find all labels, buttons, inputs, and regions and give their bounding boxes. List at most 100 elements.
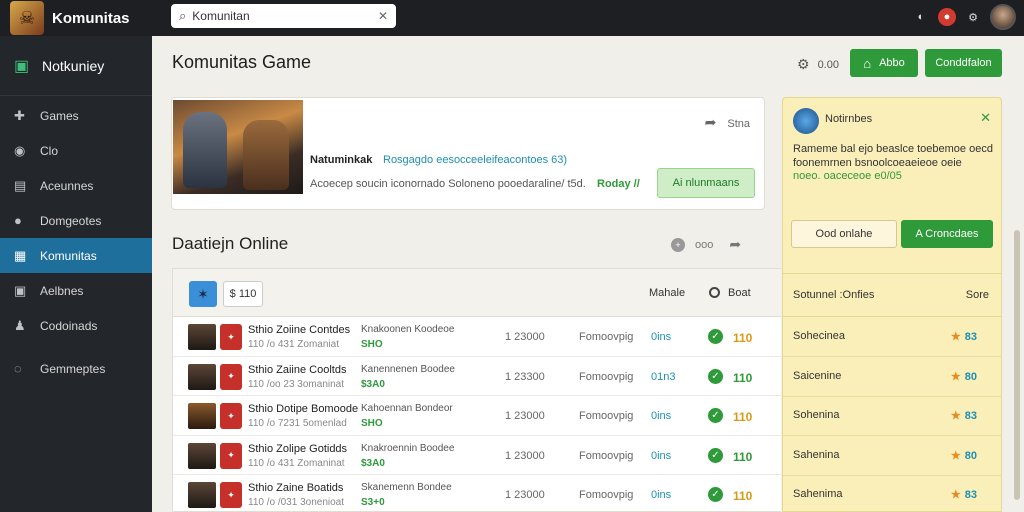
row-name[interactable]: Sthio Zolipe Gotidds bbox=[248, 443, 347, 455]
community-logo-icon: ▣ bbox=[14, 57, 30, 75]
globe-icon bbox=[793, 108, 819, 134]
table-row[interactable]: ✦ Sthio Dotipe Bomoode 110 /o 7231 5omen… bbox=[173, 396, 781, 436]
panel-row[interactable]: Saicenine ★ 80 bbox=[783, 357, 1001, 397]
featured-highlight: Roday // bbox=[597, 178, 640, 190]
star-filter-icon[interactable]: ✶ bbox=[189, 281, 217, 307]
featured-tag[interactable]: Rosgagdo eesocceeleifeacontoes 63) bbox=[383, 154, 567, 166]
sidebar-item-gemmeptes[interactable]: ◌ Gemmeptes bbox=[0, 351, 152, 386]
row-rank: 01n3 bbox=[651, 370, 676, 383]
row-rank: 0ins bbox=[651, 410, 672, 423]
share-icon[interactable]: ➦ bbox=[729, 236, 741, 253]
sidebar-item-komunitas[interactable]: ▦ Komunitas bbox=[0, 238, 152, 273]
table-row[interactable]: ✦ Sthio Zaine Boatids 110 /o /031 3oneni… bbox=[173, 475, 781, 512]
game-badge-icon: ✦ bbox=[220, 403, 242, 430]
game-thumbnail bbox=[188, 324, 216, 350]
sidebar-item-label: Komunitas bbox=[40, 248, 97, 263]
row-price: $3A0 bbox=[361, 378, 385, 390]
featured-card[interactable]: Natuminkak Rosgagdo eesocceeleifeacontoe… bbox=[171, 97, 765, 210]
sidebar-item-aceunnes[interactable]: ▤ Aceunnes bbox=[0, 168, 152, 203]
row-name[interactable]: Sthio Dotipe Bomoode bbox=[248, 403, 358, 415]
row-meta: 110 /o 431 Zomaninat bbox=[248, 457, 345, 469]
column-header-status[interactable]: Boat bbox=[709, 287, 751, 299]
notification-icon[interactable]: ● bbox=[938, 8, 956, 26]
panel-table-header: Sotunnel :Onfies Sore bbox=[783, 273, 1001, 317]
row-genre: Fomoovpig bbox=[579, 370, 634, 383]
row-score: 1 23000 bbox=[505, 331, 545, 343]
add-circle-icon[interactable]: + bbox=[671, 237, 685, 252]
panel-col-name[interactable]: Sotunnel :Onfies bbox=[793, 289, 874, 301]
brand[interactable]: ☠ Komunitas bbox=[0, 1, 152, 35]
panel-row-score-value: 83 bbox=[964, 331, 977, 343]
column-header-rank[interactable]: Mahale bbox=[649, 287, 685, 299]
header-tools[interactable]: ⚙ 0.00 bbox=[797, 56, 839, 73]
section-count: ooo bbox=[695, 238, 714, 251]
sidebar-header[interactable]: ▣ Notkuniey bbox=[0, 36, 152, 96]
sidebar-item-games[interactable]: ✚ Games bbox=[0, 98, 152, 133]
check-icon: ✓ bbox=[708, 408, 723, 424]
table-row[interactable]: ✦ Sthio Zaiine Cooltds 110 /oo 23 3omani… bbox=[173, 357, 781, 397]
panel-row[interactable]: Sohenina ★ 83 bbox=[783, 396, 1001, 436]
row-name[interactable]: Sthio Zaine Boatids bbox=[248, 482, 343, 494]
sidebar-item-aelbnes[interactable]: ▣ Aelbnes bbox=[0, 273, 152, 308]
row-name[interactable]: Sthio Zoiine Contdes bbox=[248, 324, 350, 336]
row-desc: Knakroennin Boodee bbox=[361, 442, 455, 454]
star-icon: ★ bbox=[950, 371, 961, 383]
sidebar-item-label: Gemmeptes bbox=[40, 361, 106, 376]
share-label: Stna bbox=[727, 118, 750, 130]
image-icon: ▣ bbox=[14, 282, 27, 298]
star-icon: ★ bbox=[950, 489, 961, 501]
table-row[interactable]: ✦ Sthio Zolipe Gotidds 110 /o 431 Zomani… bbox=[173, 436, 781, 476]
add-button[interactable]: ⌂ Abbo bbox=[850, 49, 918, 77]
row-price: $3A0 bbox=[361, 457, 385, 469]
clear-icon[interactable]: ✕ bbox=[378, 9, 388, 23]
panel-online-button[interactable]: Ood onlahe bbox=[791, 220, 897, 248]
check-icon: ✓ bbox=[708, 329, 723, 344]
close-icon[interactable]: ✕ bbox=[980, 110, 991, 126]
panel-row[interactable]: Sahenina ★ 80 bbox=[783, 436, 1001, 476]
panel-row-score-value: 83 bbox=[964, 410, 977, 422]
sidebar-item-domgeotes[interactable]: ● Domgeotes bbox=[0, 203, 152, 238]
page-title: Komunitas Game bbox=[172, 52, 312, 72]
game-badge-icon: ✦ bbox=[220, 482, 242, 509]
scrollbar[interactable] bbox=[1014, 230, 1020, 500]
row-meta: 110 /oo 23 3omaninat bbox=[248, 378, 345, 390]
status-icon bbox=[709, 287, 720, 298]
search-box[interactable]: ⌕ ✕ bbox=[171, 4, 396, 28]
featured-action-button[interactable]: Ai nlunmaans bbox=[657, 168, 755, 198]
panel-contribute-button[interactable]: A Croncdaes bbox=[901, 220, 993, 248]
row-name[interactable]: Sthio Zaiine Cooltds bbox=[248, 364, 346, 376]
sidebar-header-label: Notkuniey bbox=[42, 57, 105, 74]
sidebar-item-clo[interactable]: ◉ Clo bbox=[0, 133, 152, 168]
panel-text: Rameme bal ejo beaslce toebemoe oecd foo… bbox=[793, 143, 993, 169]
add-button-label: Abbo bbox=[879, 57, 905, 69]
star-icon: ★ bbox=[950, 331, 961, 343]
gear-icon[interactable]: ⚙ bbox=[797, 56, 810, 73]
top-icons: ◐ ● ⚙ bbox=[912, 4, 1016, 30]
sidebar-item-codoinads[interactable]: ♟ Codoinads bbox=[0, 308, 152, 343]
chat-icon: ● bbox=[14, 213, 22, 228]
avatar[interactable] bbox=[990, 4, 1016, 30]
sidebar: ▣ Notkuniey ✚ Games ◉ Clo ▤ Aceunnes ● D… bbox=[0, 36, 152, 512]
panel-col-score[interactable]: Sore bbox=[966, 289, 989, 301]
row-meta: 110 /o 7231 5omenlad bbox=[248, 418, 347, 430]
settings-icon[interactable]: ⚙ bbox=[964, 8, 982, 26]
share-icon: ➦ bbox=[704, 114, 717, 130]
share-button[interactable]: ➦ Stna bbox=[705, 114, 750, 131]
sidebar-item-label: Games bbox=[40, 108, 79, 123]
row-value: 110 bbox=[733, 370, 753, 385]
panel-row[interactable]: Sahenima ★ 83 bbox=[783, 475, 1001, 512]
list-icon: ▤ bbox=[14, 177, 27, 193]
cloud-icon: ◉ bbox=[14, 142, 26, 158]
sidebar-item-label: Clo bbox=[40, 143, 59, 158]
panel-row-score: ★ 83 bbox=[951, 330, 977, 343]
condition-button[interactable]: Conddfalon bbox=[925, 49, 1002, 77]
help-icon[interactable]: ◐ bbox=[912, 8, 930, 26]
filter-count[interactable]: $ 110 bbox=[223, 281, 263, 307]
row-price: SHO bbox=[361, 339, 383, 350]
star-icon: ★ bbox=[950, 410, 961, 422]
panel-row[interactable]: Sohecinea ★ 83 bbox=[783, 317, 1001, 357]
table-row[interactable]: ✦ Sthio Zoiine Contdes 110 /o 431 Zomani… bbox=[173, 317, 781, 357]
panel-row-score-value: 83 bbox=[964, 489, 977, 501]
warrior-logo-icon: ☠ bbox=[10, 1, 44, 35]
search-input[interactable] bbox=[192, 9, 378, 23]
